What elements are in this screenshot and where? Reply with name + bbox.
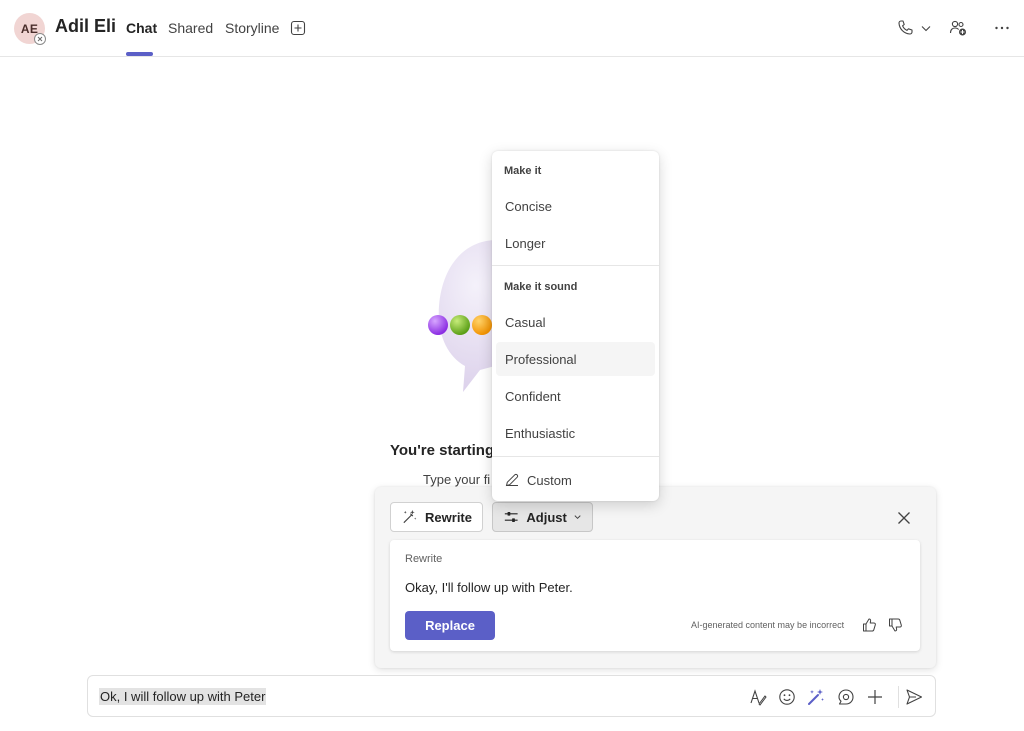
add-tab-icon[interactable] <box>290 20 306 36</box>
chevron-down-icon <box>574 515 581 520</box>
rewrite-button-label: Rewrite <box>425 509 472 525</box>
close-icon[interactable] <box>895 509 913 527</box>
menu-section-make-it-sound: Make it sound <box>504 281 578 293</box>
phone-icon[interactable] <box>895 18 915 38</box>
copilot-rewrite-panel: Rewrite Adjust Rewrite Okay, I'll follow… <box>375 487 936 668</box>
people-add-icon[interactable] <box>948 18 968 38</box>
adjust-menu: Make it Concise Longer Make it sound Cas… <box>492 151 659 501</box>
menu-section-make-it: Make it <box>504 165 542 177</box>
thumbs-up-icon[interactable] <box>861 617 877 633</box>
adjust-button[interactable]: Adjust <box>492 502 593 532</box>
tab-storyline[interactable]: Storyline <box>225 20 279 36</box>
menu-divider <box>492 456 659 457</box>
menu-item-custom-label: Custom <box>527 472 572 488</box>
menu-item-casual[interactable]: Casual <box>496 305 655 339</box>
ai-disclaimer: AI-generated content may be incorrect <box>691 620 845 630</box>
more-icon[interactable] <box>992 18 1012 38</box>
sliders-icon <box>504 511 518 523</box>
compose-text[interactable]: Ok, I will follow up with Peter <box>99 688 267 705</box>
send-icon[interactable] <box>904 687 924 707</box>
active-tab-indicator <box>126 52 153 56</box>
welcome-title: You're starting <box>390 442 495 459</box>
emoji-icon[interactable] <box>777 687 797 707</box>
toolbar-separator <box>898 686 899 708</box>
menu-divider <box>492 265 659 266</box>
welcome-subtitle: Type your fi <box>423 472 491 487</box>
result-label: Rewrite <box>405 553 443 565</box>
menu-item-concise[interactable]: Concise <box>496 189 655 223</box>
menu-item-confident[interactable]: Confident <box>496 379 655 413</box>
chevron-down-icon[interactable] <box>918 18 934 38</box>
loop-icon[interactable] <box>836 687 856 707</box>
rewritten-text: Okay, I'll follow up with Peter. <box>405 580 573 595</box>
replace-button[interactable]: Replace <box>405 611 495 640</box>
plus-icon[interactable] <box>865 687 885 707</box>
tab-chat[interactable]: Chat <box>126 20 157 36</box>
message-compose-box[interactable]: Ok, I will follow up with Peter <box>87 675 936 717</box>
tab-shared[interactable]: Shared <box>168 20 213 36</box>
menu-item-enthusiastic[interactable]: Enthusiastic <box>496 416 655 450</box>
menu-item-custom[interactable]: Custom <box>496 463 655 497</box>
menu-item-longer[interactable]: Longer <box>496 226 655 260</box>
presence-offline-icon <box>34 33 46 45</box>
pen-icon <box>505 473 519 487</box>
thumbs-down-icon[interactable] <box>887 617 903 633</box>
menu-item-professional[interactable]: Professional <box>496 342 655 376</box>
wand-sparkle-icon <box>403 509 417 524</box>
rewrite-button[interactable]: Rewrite <box>390 502 483 532</box>
contact-name[interactable]: Adil Eli <box>55 16 116 37</box>
rewrite-result-card: Rewrite Okay, I'll follow up with Peter.… <box>390 540 920 651</box>
copilot-rewrite-icon[interactable] <box>806 687 826 707</box>
adjust-button-label: Adjust <box>526 509 567 525</box>
chat-header: AE Adil Eli Chat Shared Storyline <box>0 0 1024 57</box>
format-icon[interactable] <box>748 687 768 707</box>
